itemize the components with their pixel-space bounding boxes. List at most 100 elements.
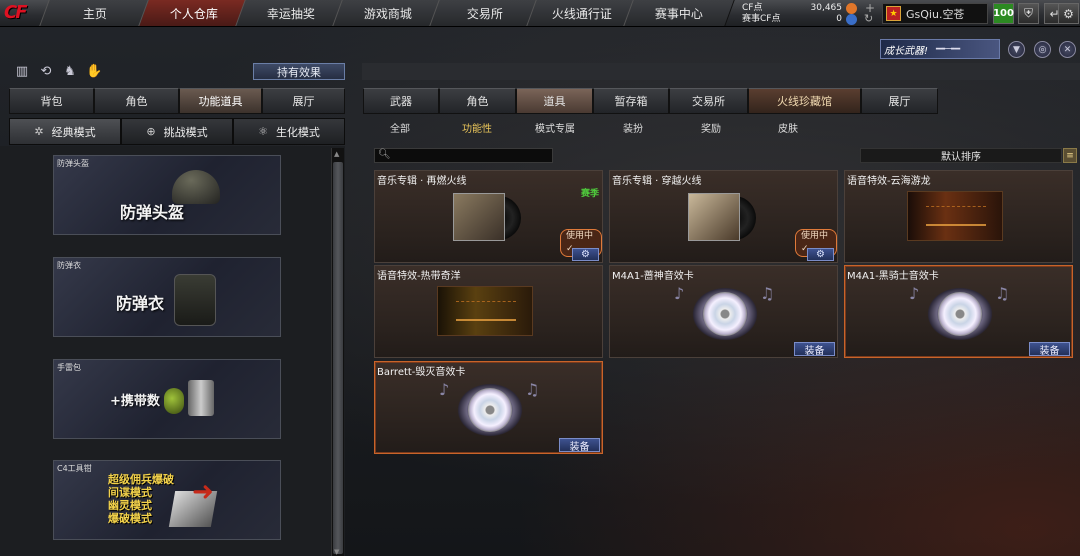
subtab-dress[interactable]: 装扮 (623, 120, 643, 136)
left-tab-showroom[interactable]: 展厅 (262, 88, 345, 114)
globe-icon[interactable]: ◎ (1034, 41, 1051, 58)
right-tab-items[interactable]: 道具 (516, 88, 593, 114)
crossed-swords-icon[interactable]: ✕ (1059, 41, 1076, 58)
right-tab-trade[interactable]: 交易所 (669, 88, 748, 114)
right-tab-collection[interactable]: 火线珍藏馆 (748, 88, 861, 114)
cd-icon (703, 292, 747, 336)
level-badge: 100 (993, 3, 1014, 24)
badge-icon[interactable]: ▼ (1008, 41, 1025, 58)
event-coin-icon (846, 14, 857, 25)
item-card-selected[interactable]: Barrett-毁灭音效卡 ♪ ♫ 装备 (374, 361, 603, 454)
cf-logo[interactable]: CF (4, 2, 40, 24)
scroll-thumb[interactable] (333, 162, 343, 554)
cf-point-value: 30,465 (810, 3, 843, 13)
item-card[interactable]: 语音特效-热带奇洋 (374, 265, 603, 358)
music-note-icon: ♪ (909, 284, 920, 303)
rotate-icon[interactable]: ⟲ (38, 64, 54, 80)
grenade-icon (164, 388, 184, 414)
equip-button[interactable]: 装备 (794, 342, 835, 357)
canister-icon (188, 380, 214, 416)
cd-icon (938, 292, 982, 336)
search-icon: 🔍︎ (378, 149, 391, 160)
stats-icon[interactable]: ▥ (14, 64, 30, 80)
right-tab-role[interactable]: 角色 (439, 88, 516, 114)
mode-classic[interactable]: ✲ 经典模式 (9, 118, 121, 145)
equip-button[interactable]: 装备 (1029, 342, 1070, 357)
challenge-mode-icon: ⊕ (146, 125, 156, 138)
card-vest[interactable]: 防弹衣 防弹衣 (53, 257, 281, 337)
left-tab-function-items[interactable]: 功能道具 (179, 88, 262, 114)
item-card[interactable]: 音乐专辑 · 穿越火线 使用中✓ ⚙ (609, 170, 838, 263)
music-note-icon: ♫ (760, 284, 775, 303)
cf-point-label: CF点 (742, 3, 763, 13)
music-note-icon: ♪ (674, 284, 685, 303)
equip-button[interactable]: 装备 (559, 438, 600, 453)
item-card[interactable]: 语音特效-云海游龙 (844, 170, 1073, 263)
list-view-icon[interactable]: ≡ (1063, 148, 1077, 163)
cd-icon (468, 388, 512, 432)
nav-tab-trade[interactable]: 交易所 (429, 0, 541, 26)
card-grenade-pack[interactable]: 手雷包 +携带数 (53, 359, 281, 439)
card-c4-tool[interactable]: C4工具钳 超级佣兵爆破 间谍模式 幽灵模式 爆破模式 ➜ (53, 460, 281, 540)
goggles-voice-image (437, 286, 533, 336)
right-tab-storage[interactable]: 暂存箱 (593, 88, 669, 114)
rank-icon: ★ (886, 6, 901, 21)
c4-mode-line: 间谍模式 (108, 486, 152, 499)
c4-mode-line: 幽灵模式 (108, 499, 152, 512)
right-tab-showroom[interactable]: 展厅 (861, 88, 938, 114)
subtab-mode-exclusive[interactable]: 模式专属 (535, 120, 575, 136)
card-helmet[interactable]: 防弹头盔 防弹头盔 (53, 155, 281, 235)
glove-icon[interactable]: ✋ (86, 64, 102, 80)
gear-icon[interactable]: ⚙ (807, 248, 834, 261)
item-card[interactable]: M4A1-蔷神音效卡 ♪ ♫ 装备 (609, 265, 838, 358)
username: GsQiu.空苍 (906, 7, 965, 21)
gear-icon[interactable]: ⚙ (572, 248, 599, 261)
dragon-voice-image (907, 191, 1003, 241)
hold-effect-button[interactable]: 持有效果 (253, 63, 345, 80)
classic-mode-icon: ✲ (34, 125, 44, 138)
left-icon-row: ▥ ⟲ ♞ ✋ (14, 64, 110, 80)
nav-tab-event[interactable]: 赛事中心 (623, 0, 735, 26)
refresh-icon[interactable]: ↻ (864, 12, 873, 25)
nav-tab-pass[interactable]: 火线通行证 (526, 0, 638, 26)
mode-challenge[interactable]: ⊕ 挑战模式 (121, 118, 233, 145)
red-arrow-icon: ➜ (192, 477, 214, 507)
subtab-skin[interactable]: 皮肤 (778, 120, 798, 136)
left-scrollbar[interactable]: ▲ ▼ (331, 148, 344, 556)
nav-tab-warehouse[interactable]: 个人仓库 (138, 0, 250, 26)
item-card-selected[interactable]: M4A1-黑骑士音效卡 ♪ ♫ 装备 (844, 265, 1073, 358)
item-card[interactable]: 音乐专辑 · 再燃火线 赛季 使用中✓ ⚙ (374, 170, 603, 263)
zombie-mode-icon: ⚛ (258, 125, 268, 138)
figure-icon[interactable]: ♞ (62, 64, 78, 80)
cf-coin-icon (846, 3, 857, 14)
subtab-all[interactable]: 全部 (390, 120, 410, 136)
c4-mode-line: 超级佣兵爆破 (108, 473, 174, 486)
scroll-down-icon[interactable]: ▼ (334, 548, 339, 556)
nav-tab-lottery[interactable]: 幸运抽奖 (235, 0, 347, 26)
subtab-reward[interactable]: 奖励 (701, 120, 721, 136)
mode-zombie[interactable]: ⚛ 生化模式 (233, 118, 345, 145)
album-cover-image (688, 193, 740, 241)
music-note-icon: ♪ (439, 380, 450, 399)
left-tab-bag[interactable]: 背包 (9, 88, 94, 114)
album-cover-image (453, 193, 505, 241)
music-note-icon: ♫ (525, 380, 540, 399)
shield-icon[interactable]: ⛨ (1018, 3, 1039, 24)
event-cf-label: 赛事CF点 (742, 14, 781, 24)
left-tab-role[interactable]: 角色 (94, 88, 179, 114)
scroll-up-icon[interactable]: ▲ (334, 150, 339, 158)
subtab-functional[interactable]: 功能性 (462, 120, 492, 136)
right-tab-weapon[interactable]: 武器 (363, 88, 439, 114)
nav-tab-shop[interactable]: 游戏商城 (332, 0, 444, 26)
growth-weapon-banner[interactable]: 成长武器! ━╾╼━ (880, 39, 1000, 59)
nav-tab-home[interactable]: 主页 (39, 0, 151, 26)
settings-icon[interactable]: ⚙ (1058, 3, 1079, 24)
search-input[interactable]: 🔍︎ (374, 148, 553, 163)
event-cf-value: 0 (836, 14, 842, 24)
season-badge: 赛季 (580, 189, 599, 199)
sort-dropdown[interactable]: 默认排序 (860, 148, 1062, 163)
c4-mode-line: 爆破模式 (108, 512, 152, 525)
vest-icon (174, 274, 216, 326)
user-profile[interactable]: ★ GsQiu.空苍 (882, 3, 988, 24)
right-header-bar (362, 63, 1080, 80)
